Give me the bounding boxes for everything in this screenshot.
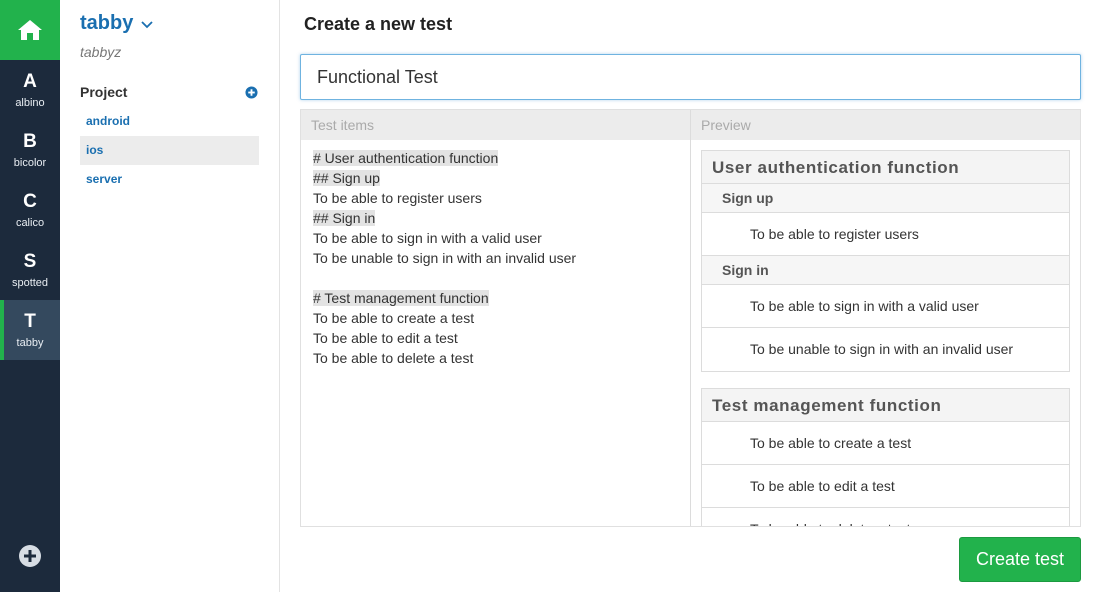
preview-test-item: To be able to create a test	[702, 422, 1069, 465]
org-item-tabby[interactable]: Ttabby	[0, 300, 60, 360]
test-name-input[interactable]	[300, 54, 1081, 100]
project-item-android[interactable]: android	[80, 107, 259, 136]
preview-section-title: User authentication function	[702, 151, 1069, 184]
source-line: To be unable to sign in with an invalid …	[313, 248, 683, 268]
add-project-icon[interactable]	[245, 85, 258, 99]
org-switcher[interactable]: tabby	[80, 12, 153, 35]
org-item-calico[interactable]: Ccalico	[0, 180, 60, 240]
org-initial: S	[23, 251, 37, 272]
org-name: tabby	[80, 12, 134, 34]
org-label: albino	[15, 97, 45, 109]
preview-test-item: To be able to delete a test	[702, 508, 1069, 526]
source-line: To be able to edit a test	[313, 328, 683, 348]
page-title: Create a new test	[304, 14, 453, 34]
project-sidebar: tabby tabbyz Project android ios server	[60, 0, 280, 592]
source-heading: ## Sign in	[313, 210, 376, 226]
source-line: # User authentication function	[313, 148, 683, 168]
source-line: To be able to delete a test	[313, 348, 683, 368]
project-list: android ios server	[80, 107, 259, 194]
source-text: To be able to create a test	[313, 310, 475, 326]
org-label: calico	[15, 217, 45, 229]
source-line: # Test management function	[313, 288, 683, 308]
app-rail: Aalbino Bbicolor Ccalico Sspotted Ttabby	[0, 0, 60, 592]
org-initial: T	[24, 311, 36, 332]
main-content: Create a new test Test items Preview # U…	[300, 0, 1081, 592]
home-button[interactable]	[0, 0, 60, 60]
org-label: spotted	[11, 277, 49, 289]
column-divider	[690, 110, 691, 526]
source-line: ## Sign in	[313, 208, 683, 228]
preview-section-title: Test management function	[702, 389, 1069, 422]
source-text: To be able to edit a test	[313, 330, 458, 346]
preview-header: Preview	[691, 110, 1080, 140]
org-label: tabby	[16, 337, 44, 349]
preview-section: Test management function To be able to cr…	[701, 388, 1070, 526]
source-heading: # Test management function	[313, 290, 489, 306]
org-item-spotted[interactable]: Sspotted	[0, 240, 60, 300]
source-line: To be able to create a test	[313, 308, 683, 328]
preview-test-item: To be able to register users	[702, 213, 1069, 256]
preview-section: User authentication function Sign up To be…	[701, 150, 1070, 372]
test-items-textarea[interactable]: # User authentication function ## Sign up…	[313, 148, 683, 368]
org-item-bicolor[interactable]: Bbicolor	[0, 120, 60, 180]
preview-test-item: To be able to edit a test	[702, 465, 1069, 508]
plus-circle-icon[interactable]	[18, 544, 42, 568]
project-item-ios[interactable]: ios	[80, 136, 259, 165]
project-label: Project	[80, 84, 128, 100]
org-list: Aalbino Bbicolor Ccalico Sspotted Ttabby	[0, 60, 60, 360]
org-label: bicolor	[13, 157, 47, 169]
preview-subsection-title: Sign in	[702, 256, 1069, 285]
source-text: To be unable to sign in with an invalid …	[313, 250, 577, 266]
source-text: To be able to register users	[313, 190, 482, 206]
create-test-button[interactable]: Create test	[959, 537, 1081, 582]
source-heading: ## Sign up	[313, 170, 380, 186]
home-icon	[18, 20, 42, 40]
preview-test-item: To be able to sign in with a valid user	[702, 285, 1069, 328]
user-name: tabbyz	[80, 44, 122, 60]
source-heading: # User authentication function	[313, 150, 499, 166]
chevron-down-icon	[141, 20, 153, 28]
test-editor: Test items Preview # User authentication…	[300, 109, 1081, 527]
preview-subsection-title: Sign up	[702, 184, 1069, 213]
preview-pane: User authentication function Sign up To be…	[701, 150, 1070, 526]
preview-test-item: To be unable to sign in with an invalid …	[702, 328, 1069, 371]
source-text: To be able to sign in with a valid user	[313, 230, 542, 246]
org-item-albino[interactable]: Aalbino	[0, 60, 60, 120]
source-line: To be able to register users	[313, 188, 683, 208]
source-line: To be able to sign in with a valid user	[313, 228, 683, 248]
source-text: To be able to delete a test	[313, 350, 474, 366]
test-items-header: Test items	[301, 110, 691, 140]
source-line	[313, 268, 683, 288]
project-item-server[interactable]: server	[80, 165, 259, 194]
org-initial: B	[23, 131, 37, 152]
org-initial: A	[23, 71, 37, 92]
project-header: Project	[80, 84, 258, 100]
org-initial: C	[23, 191, 37, 212]
source-line: ## Sign up	[313, 168, 683, 188]
